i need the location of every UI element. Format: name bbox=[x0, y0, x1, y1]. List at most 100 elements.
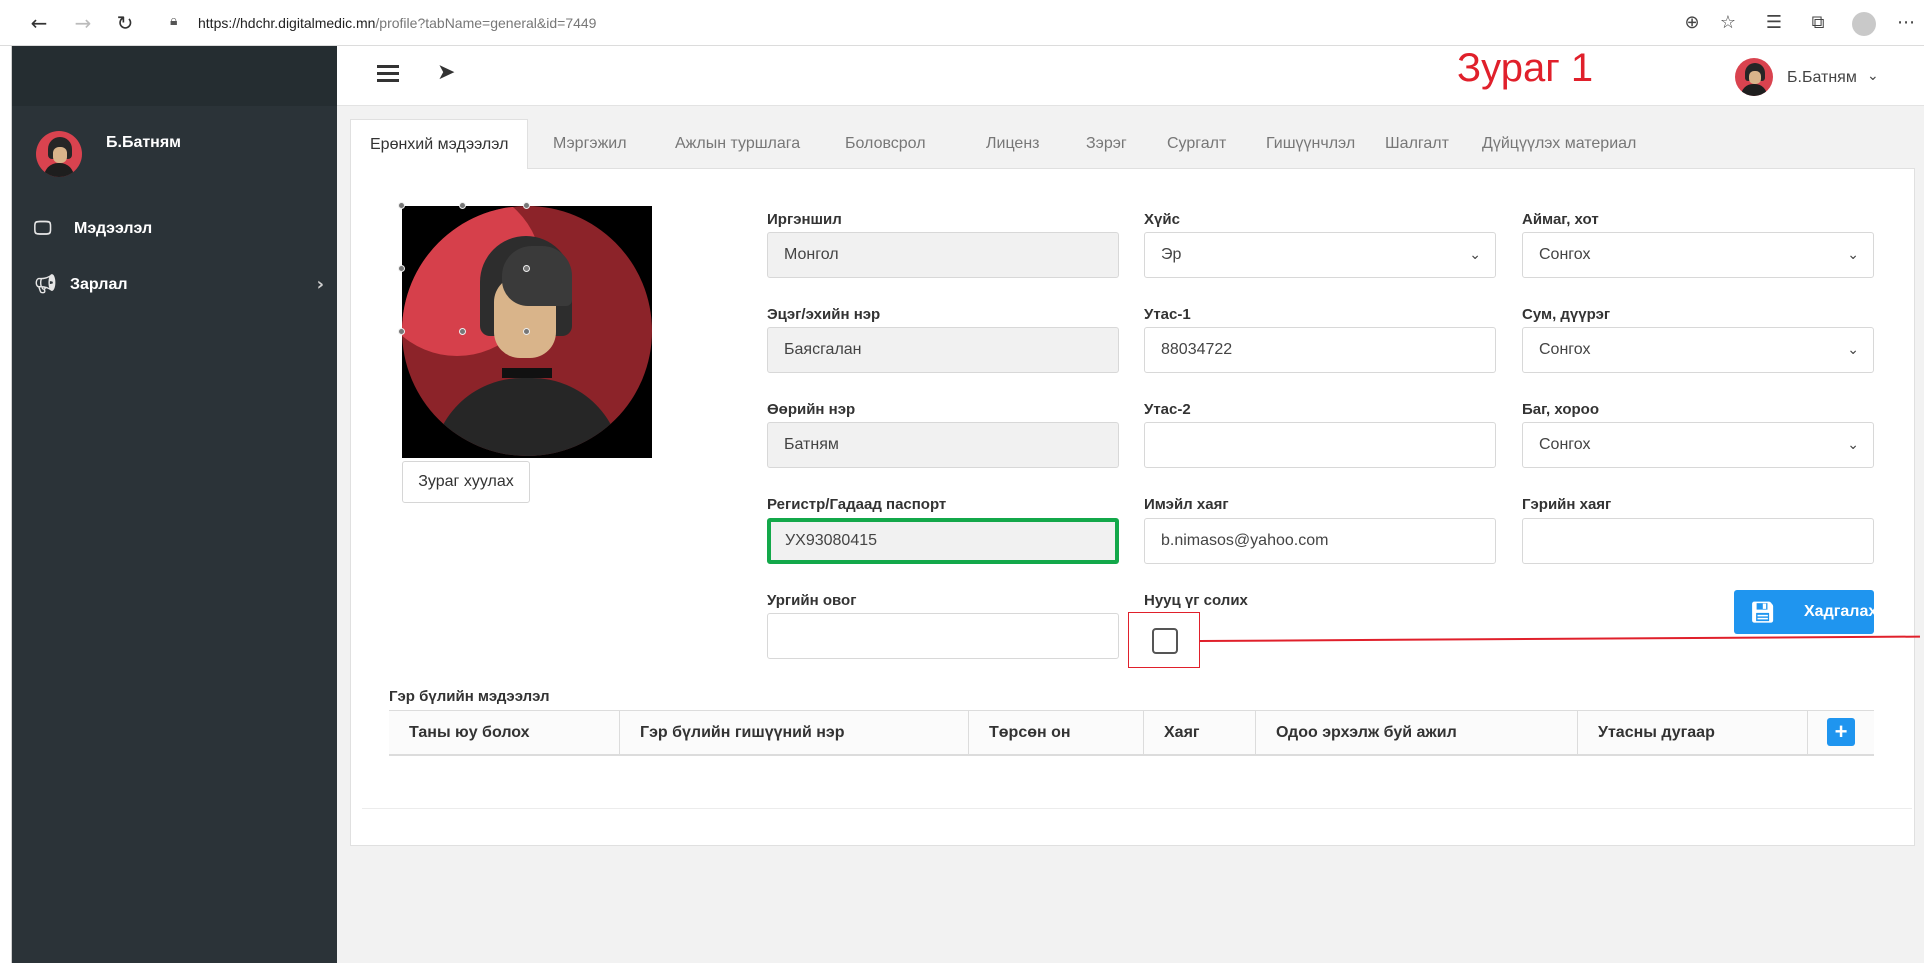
favorites-icon[interactable]: ☰ bbox=[1762, 11, 1786, 35]
tab-exam[interactable]: Шалгалт bbox=[1366, 119, 1468, 169]
sidebar-item-announcements[interactable]: 📢︎ Зарлал › bbox=[34, 272, 324, 302]
parent-name-label: Эцэг/эхийн нэр bbox=[767, 306, 881, 323]
district-label: Сум, дүүрэг bbox=[1522, 306, 1611, 323]
window-edge bbox=[0, 46, 12, 963]
phone1-label: Утас-1 bbox=[1144, 306, 1191, 323]
upload-photo-button[interactable]: Зураг хуулах bbox=[402, 461, 530, 503]
monitor-icon: 🖵 bbox=[34, 218, 52, 239]
resize-handle[interactable] bbox=[398, 265, 405, 272]
add-family-member-button[interactable]: + bbox=[1827, 718, 1855, 746]
chevron-down-icon: ⌄ bbox=[1847, 247, 1859, 263]
avatar bbox=[1735, 58, 1773, 96]
table-header: Гэр бүлийн гишүүний нэр bbox=[620, 711, 969, 755]
lock-icon: 🔒︎ bbox=[170, 13, 178, 29]
save-button-label: Хадгалах bbox=[1804, 603, 1878, 620]
forward-icon[interactable]: → bbox=[70, 10, 96, 36]
url-host: https://hdchr.digitalmedic.mn bbox=[198, 15, 376, 31]
sidebar-item-label: Мэдээлэл bbox=[74, 220, 153, 237]
resize-handle[interactable] bbox=[398, 328, 405, 335]
tab-general[interactable]: Ерөнхий мэдээлэл bbox=[350, 119, 529, 169]
chevron-down-icon: ⌄ bbox=[1867, 68, 1879, 84]
resize-handle[interactable] bbox=[523, 328, 530, 335]
tab-training[interactable]: Сургалт bbox=[1148, 119, 1245, 169]
district-select[interactable]: Сонгох ⌄ bbox=[1522, 327, 1874, 373]
chevron-right-icon: › bbox=[316, 274, 324, 295]
province-label: Аймаг, хот bbox=[1522, 211, 1599, 228]
header-user-menu[interactable]: Б.Батням ⌄ bbox=[1735, 58, 1895, 96]
province-value: Сонгох bbox=[1539, 246, 1591, 263]
gender-label: Хүйс bbox=[1144, 211, 1180, 228]
zoom-icon[interactable]: ⊕ bbox=[1680, 11, 1704, 35]
resize-handle[interactable] bbox=[459, 202, 466, 209]
citizenship-field[interactable]: Монгол bbox=[767, 232, 1119, 278]
figure-caption: Зураг 1 bbox=[1457, 46, 1594, 90]
app-header: ➤ Зураг 1 Б.Батням ⌄ bbox=[337, 46, 1924, 106]
table-header: Хаяг bbox=[1144, 711, 1256, 755]
sidebar-user-name: Б.Батням bbox=[106, 134, 182, 151]
back-icon[interactable]: ← bbox=[26, 10, 52, 36]
phone2-label: Утас-2 bbox=[1144, 401, 1191, 418]
table-header: Төрсөн он bbox=[969, 711, 1144, 755]
district-value: Сонгох bbox=[1539, 341, 1591, 358]
url-path: /profile?tabName=general&id=7449 bbox=[375, 15, 597, 31]
phone1-field[interactable]: 88034722 bbox=[1144, 327, 1496, 373]
parent-name-field[interactable]: Баясгалан bbox=[767, 327, 1119, 373]
change-password-checkbox[interactable] bbox=[1152, 628, 1178, 654]
change-password-label: Нууц үг солих bbox=[1144, 592, 1248, 609]
table-header: Таны юу болох bbox=[389, 711, 620, 755]
resize-handle[interactable] bbox=[459, 328, 466, 335]
tab-education[interactable]: Боловсрол bbox=[826, 119, 945, 169]
email-field[interactable]: b.nimasos@yahoo.com bbox=[1144, 518, 1496, 564]
gender-value: Эр bbox=[1161, 246, 1182, 263]
clan-name-field[interactable] bbox=[767, 613, 1119, 659]
divider bbox=[362, 808, 1912, 809]
home-address-field[interactable] bbox=[1522, 518, 1874, 564]
send-icon[interactable]: ➤ bbox=[437, 60, 455, 85]
tab-license[interactable]: Лиценз bbox=[967, 119, 1059, 169]
menu-icon[interactable] bbox=[377, 63, 399, 85]
table-header: Одоо эрхэлж буй ажил bbox=[1256, 711, 1578, 755]
resize-handle[interactable] bbox=[398, 202, 405, 209]
save-button[interactable]: 💾︎ Хадгалах bbox=[1734, 590, 1878, 634]
sidebar-item-info[interactable]: 🖵 Мэдээлэл bbox=[34, 216, 324, 246]
phone2-field[interactable] bbox=[1144, 422, 1496, 468]
resize-handle[interactable] bbox=[523, 202, 530, 209]
email-label: Имэйл хаяг bbox=[1144, 496, 1229, 513]
favorite-add-icon[interactable]: ☆ bbox=[1716, 11, 1740, 35]
gender-select[interactable]: Эр ⌄ bbox=[1144, 232, 1496, 278]
megaphone-icon: 📢︎ bbox=[34, 274, 57, 295]
tab-membership[interactable]: Гишүүнчлэл bbox=[1247, 119, 1374, 169]
own-name-field[interactable]: Батням bbox=[767, 422, 1119, 468]
khoroo-select[interactable]: Сонгох ⌄ bbox=[1522, 422, 1874, 468]
home-address-label: Гэрийн хаяг bbox=[1522, 496, 1612, 513]
reload-icon[interactable]: ↻ bbox=[112, 10, 138, 36]
collections-icon[interactable]: ⧉ bbox=[1806, 11, 1830, 35]
header-user-name: Б.Батням bbox=[1787, 69, 1857, 86]
tab-profession[interactable]: Мэргэжил bbox=[534, 119, 646, 169]
tab-work-experience[interactable]: Ажлын туршлага bbox=[656, 119, 819, 169]
tab-equivalence-material[interactable]: Дүйцүүлэх материал bbox=[1463, 119, 1655, 169]
sidebar-brand bbox=[12, 46, 337, 106]
register-field[interactable]: УХ93080415 bbox=[767, 518, 1119, 564]
own-name-label: Өөрийн нэр bbox=[767, 401, 856, 418]
table-header: Утасны дугаар bbox=[1578, 711, 1808, 755]
more-icon[interactable]: ⋯ bbox=[1894, 11, 1918, 35]
family-table: Таны юу болох Гэр бүлийн гишүүний нэр Тө… bbox=[389, 710, 1874, 756]
avatar bbox=[36, 131, 82, 177]
tab-degree[interactable]: Зэрэг bbox=[1067, 119, 1146, 169]
resize-handle[interactable] bbox=[523, 265, 530, 272]
browser-profile-icon[interactable] bbox=[1852, 12, 1876, 36]
chevron-down-icon: ⌄ bbox=[1469, 247, 1481, 263]
sidebar-item-label: Зарлал bbox=[70, 276, 128, 293]
register-label: Регистр/Гадаад паспорт bbox=[767, 496, 947, 513]
profile-tabs: Ерөнхий мэдээлэл Мэргэжил Ажлын туршлага… bbox=[350, 119, 1915, 169]
province-select[interactable]: Сонгох ⌄ bbox=[1522, 232, 1874, 278]
address-bar[interactable]: 🔒︎ https://hdchr.digitalmedic.mn/profile… bbox=[160, 8, 1700, 38]
family-section-title: Гэр бүлийн мэдээлэл bbox=[389, 688, 550, 705]
sidebar: Б.Батням 🖵 Мэдээлэл 📢︎ Зарлал › bbox=[12, 46, 337, 963]
khoroo-value: Сонгох bbox=[1539, 436, 1591, 453]
browser-toolbar: ← → ↻ 🔒︎ https://hdchr.digitalmedic.mn/p… bbox=[0, 0, 1924, 46]
chevron-down-icon: ⌄ bbox=[1847, 437, 1859, 453]
citizenship-label: Иргэншил bbox=[767, 211, 842, 228]
floppy-disk-icon: 💾︎ bbox=[1750, 600, 1776, 624]
